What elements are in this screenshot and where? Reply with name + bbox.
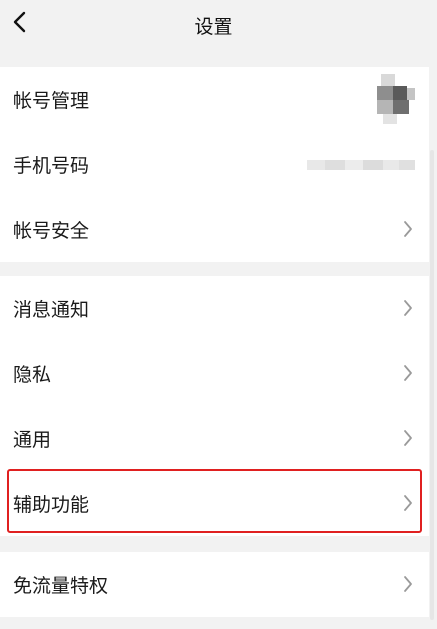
account-management-row[interactable]: 帐号管理: [0, 67, 429, 132]
row-label: 帐号管理: [13, 90, 90, 112]
chevron-right-icon: [404, 221, 412, 237]
masked-phone-number: [307, 160, 415, 170]
phone-number-row[interactable]: 手机号码: [0, 132, 429, 197]
chevron-right-icon: [404, 365, 412, 381]
scrollbar[interactable]: [430, 150, 434, 620]
top-bar: 设置: [0, 0, 437, 50]
chevron-right-icon: [404, 430, 412, 446]
row-label: 免流量特权: [13, 575, 109, 597]
notifications-row[interactable]: 消息通知: [0, 276, 429, 341]
account-security-row[interactable]: 帐号安全: [0, 197, 429, 262]
avatar[interactable]: [373, 74, 415, 124]
privacy-row[interactable]: 隐私: [0, 341, 429, 406]
accessibility-row[interactable]: 辅助功能: [0, 471, 429, 536]
row-label: 通用: [13, 429, 52, 451]
general-row[interactable]: 通用: [0, 406, 429, 471]
row-label: 隐私: [13, 364, 52, 386]
free-data-privilege-row[interactable]: 免流量特权: [0, 552, 429, 617]
row-label: 手机号码: [13, 155, 90, 177]
row-label: 消息通知: [13, 299, 90, 321]
chevron-right-icon: [404, 300, 412, 316]
page-title: 设置: [194, 16, 233, 38]
row-label: 辅助功能: [13, 494, 90, 516]
preferences-group: 消息通知 隐私 通用 辅助功能: [0, 276, 429, 536]
account-group: 帐号管理 手机号码 帐号安全: [0, 67, 429, 262]
chevron-right-icon: [404, 495, 412, 511]
chevron-right-icon: [404, 576, 412, 592]
data-saving-group: 免流量特权: [0, 552, 429, 617]
row-label: 帐号安全: [13, 220, 90, 242]
